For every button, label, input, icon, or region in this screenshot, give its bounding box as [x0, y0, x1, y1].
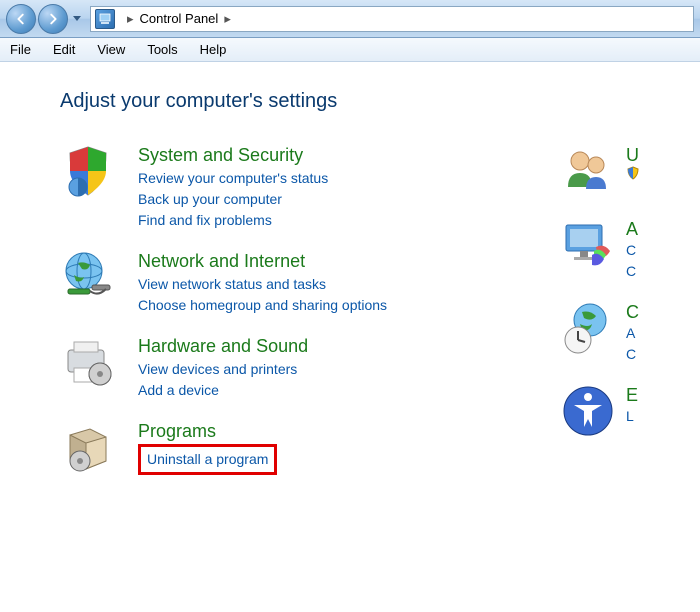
link-partial[interactable]: A [626, 323, 639, 344]
breadcrumb-separator-icon: ▸ [127, 11, 134, 27]
category-programs: Programs Uninstall a program [60, 419, 560, 475]
shield-badge-icon [626, 166, 640, 180]
breadcrumb-separator-icon: ▸ [224, 11, 231, 27]
category-title-partial[interactable]: A [626, 219, 638, 240]
link-partial[interactable]: L [626, 406, 638, 427]
category-clock-region: C A C [560, 300, 700, 365]
programs-box-icon [60, 419, 116, 475]
category-title[interactable]: Hardware and Sound [138, 336, 308, 357]
globe-network-icon [60, 249, 116, 305]
menu-view[interactable]: View [97, 42, 125, 57]
category-title[interactable]: System and Security [138, 145, 328, 166]
category-user-accounts: U [560, 143, 700, 199]
link-partial[interactable]: C [626, 261, 638, 282]
arrow-left-icon [14, 12, 28, 26]
nav-toolbar: ▸ Control Panel ▸ [0, 0, 700, 38]
category-title-partial[interactable]: U [626, 145, 640, 166]
nav-history-dropdown[interactable] [70, 4, 84, 34]
printer-icon [60, 334, 116, 390]
clock-globe-icon [560, 300, 616, 356]
category-network: Network and Internet View network status… [60, 249, 560, 316]
link-homegroup[interactable]: Choose homegroup and sharing options [138, 295, 387, 316]
arrow-right-icon [46, 12, 60, 26]
control-panel-icon [95, 9, 115, 29]
category-system-security: System and Security Review your computer… [60, 143, 560, 231]
user-accounts-icon [560, 143, 616, 199]
link-partial[interactable]: C [626, 344, 639, 365]
forward-button[interactable] [38, 4, 68, 34]
link-partial[interactable]: C [626, 240, 638, 261]
breadcrumb-location[interactable]: Control Panel [140, 11, 219, 26]
link-review-status[interactable]: Review your computer's status [138, 168, 328, 189]
category-title-partial[interactable]: C [626, 302, 639, 323]
content-area: Adjust your computer's settings [0, 62, 700, 612]
menu-bar: File Edit View Tools Help [0, 38, 700, 62]
menu-tools[interactable]: Tools [147, 42, 177, 57]
category-hardware: Hardware and Sound View devices and prin… [60, 334, 560, 401]
shield-icon [60, 143, 116, 199]
link-add-device[interactable]: Add a device [138, 380, 308, 401]
category-title-partial[interactable]: E [626, 385, 638, 406]
page-title: Adjust your computer's settings [60, 90, 700, 113]
category-appearance: A C C [560, 217, 700, 282]
link-uninstall-program[interactable]: Uninstall a program [147, 451, 268, 467]
ease-of-access-icon [560, 383, 616, 439]
appearance-icon [560, 217, 616, 273]
link-network-status[interactable]: View network status and tasks [138, 274, 387, 295]
category-ease-of-access: E L [560, 383, 700, 439]
category-title[interactable]: Programs [138, 421, 277, 442]
breadcrumb[interactable]: ▸ Control Panel ▸ [90, 6, 694, 32]
menu-file[interactable]: File [10, 42, 31, 57]
link-devices-printers[interactable]: View devices and printers [138, 359, 308, 380]
link-fix-problems[interactable]: Find and fix problems [138, 210, 328, 231]
chevron-down-icon [73, 16, 81, 22]
category-title[interactable]: Network and Internet [138, 251, 387, 272]
menu-help[interactable]: Help [200, 42, 227, 57]
menu-edit[interactable]: Edit [53, 42, 75, 57]
link-backup[interactable]: Back up your computer [138, 189, 328, 210]
back-button[interactable] [6, 4, 36, 34]
highlight-box: Uninstall a program [138, 444, 277, 475]
